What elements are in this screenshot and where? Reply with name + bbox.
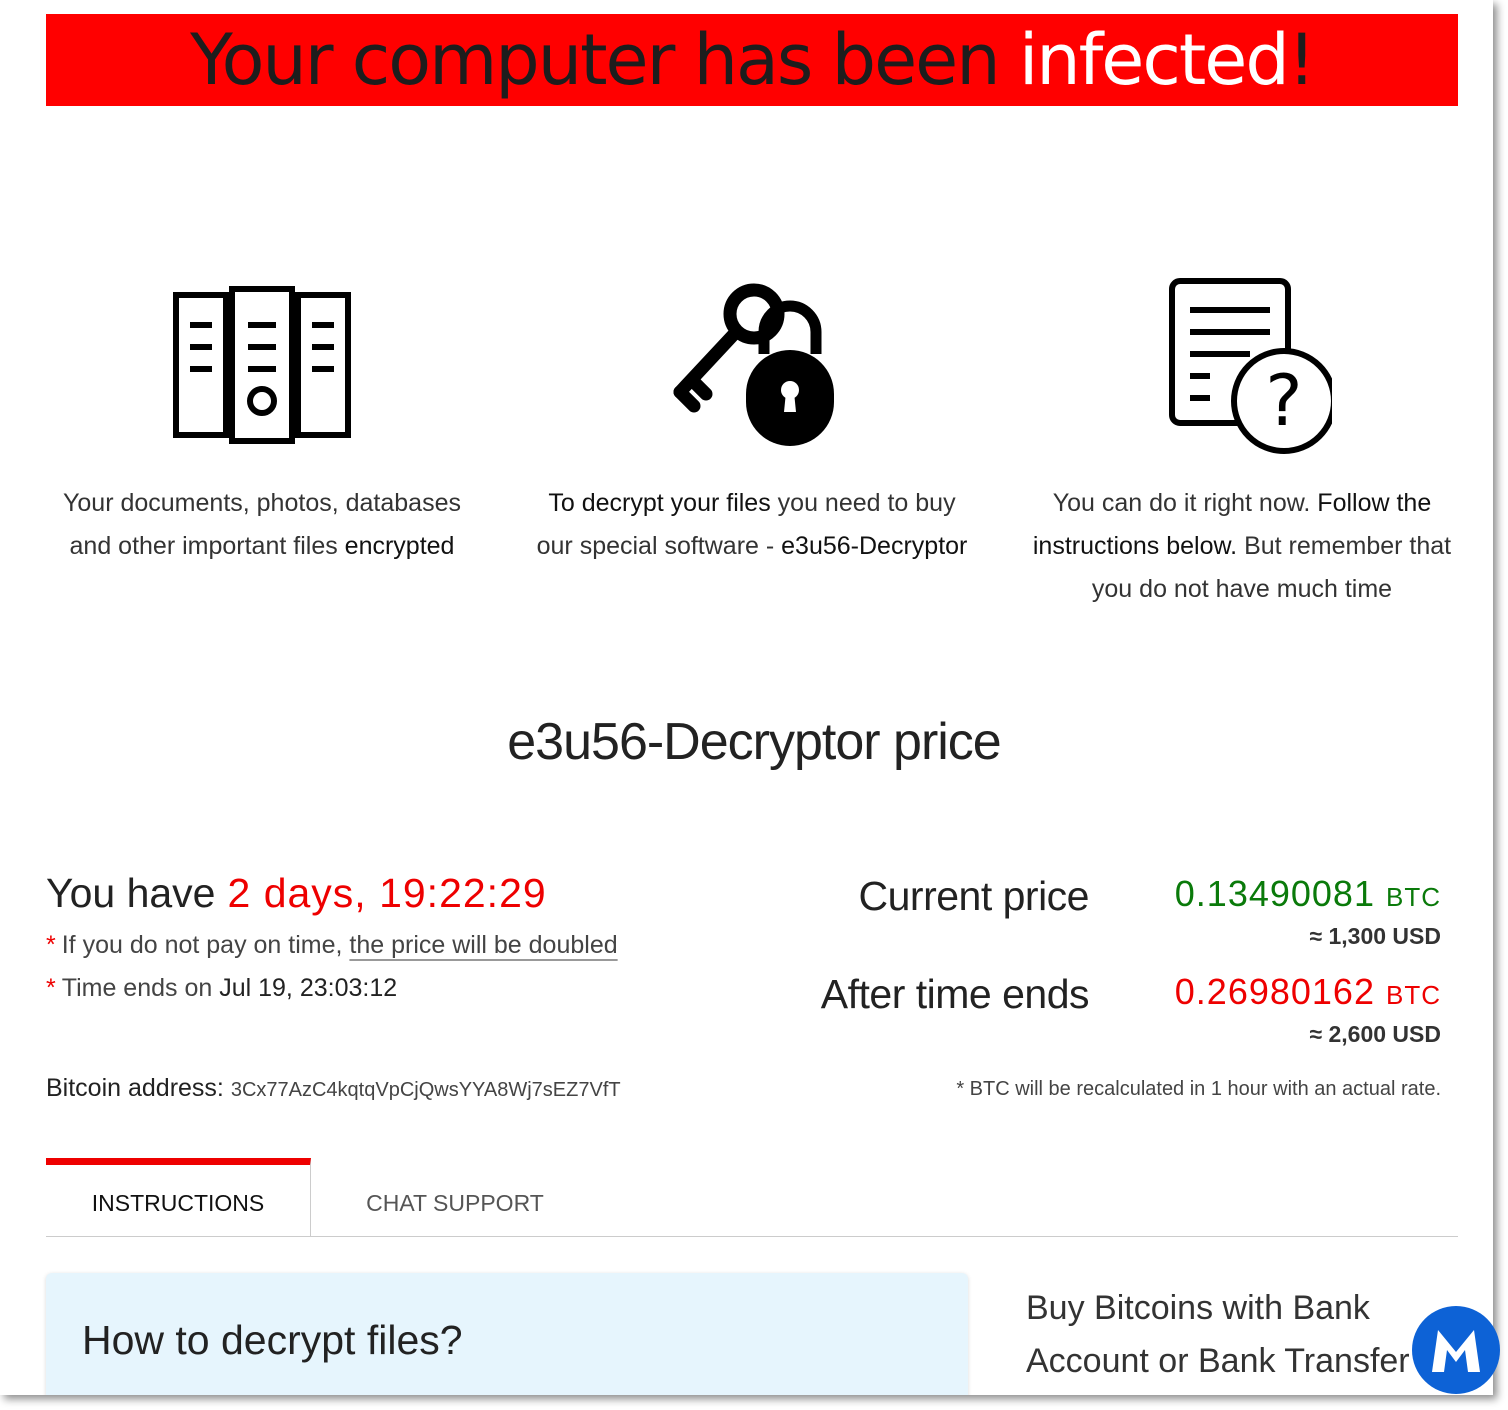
price-doubled-link[interactable]: the price will be doubled [349,931,617,959]
after-price-value: 0.26980162 BTC ≈ 2,600 USD [1089,971,1441,1048]
price-title: e3u56-Decryptor price [507,713,1001,771]
time-ends-note: * Time ends on Jul 19, 23:03:12 [46,974,618,1003]
btc-amount: 0.13490081 [1174,873,1375,914]
feature-encrypted-text: Your documents, photos, databases and ot… [42,482,482,568]
note-text: Time ends on [61,974,220,1002]
howto-panel: How to decrypt files? [46,1273,968,1395]
after-price-usd: ≈ 2,600 USD [1309,1021,1441,1047]
bitcoin-address: Bitcoin address: 3Cx77AzC4kqtqVpCjQwsYYA… [46,1074,621,1103]
tab-bar: INSTRUCTIONS CHAT SUPPORT [46,1158,1458,1237]
feature-text-bold: e3u56-Decryptor [781,532,968,560]
price-double-note: * If you do not pay on time, the price wi… [46,931,618,960]
after-price-row: After time ends 0.26980162 BTC ≈ 2,600 U… [709,971,1441,1048]
banner-highlight: infected [1018,19,1290,101]
buy-bitcoins-heading: Buy Bitcoins with Bank Account or Bank T… [1026,1282,1446,1388]
asterisk: * [46,931,56,959]
malwarebytes-logo [1408,1302,1504,1394]
bitcoin-address-value[interactable]: 3Cx77AzC4kqtqVpCjQwsYYA8Wj7sEZ7VfT [231,1079,621,1101]
countdown-label: You have [46,870,216,916]
feature-decrypt-text: To decrypt your files you need to buy ou… [532,482,972,568]
buy-line-2: Account or Bank Transfer [1026,1342,1410,1380]
banner-exclaim: ! [1287,19,1316,101]
current-price-row: Current price 0.13490081 BTC ≈ 1,300 USD [709,873,1441,950]
btc-unit: BTC [1386,882,1441,912]
countdown: You have 2 days, 19:22:29 [46,870,618,917]
btc-unit: BTC [1386,980,1441,1010]
recalc-note: * BTC will be recalculated in 1 hour wit… [956,1078,1441,1100]
countdown-block: You have 2 days, 19:22:29 * If you do not … [46,870,618,1003]
feature-text-bold: encrypted [344,532,455,560]
bitcoin-label: Bitcoin address: [46,1074,224,1102]
time-ends-date: Jul 19, 23:03:12 [219,974,398,1002]
note-text: If you do not pay on time, [61,931,350,959]
document-question-icon: ? [1022,270,1462,460]
banner-text: Your computer has been [190,19,1019,101]
feature-instructions: ? You can do it right now. Follow the in… [1022,270,1462,611]
current-price-btc: 0.13490081 BTC [1089,873,1441,915]
tab-instructions[interactable]: INSTRUCTIONS [46,1158,311,1236]
asterisk: * [46,974,56,1002]
infected-banner: Your computer has been infected! [46,14,1458,106]
feature-text-bold: To decrypt your files [548,489,771,517]
feature-instructions-text: You can do it right now. Follow the inst… [1022,482,1462,611]
current-price-label: Current price [858,873,1090,919]
feature-text-plain: You can do it right now. [1052,489,1318,517]
key-lock-icon [532,270,972,460]
svg-text:?: ? [1265,360,1302,442]
btc-amount: 0.26980162 [1174,971,1375,1012]
after-price-label: After time ends [820,971,1090,1017]
current-price-usd: ≈ 1,300 USD [1309,923,1441,949]
countdown-timer: 2 days, 19:22:29 [227,870,547,916]
file-cabinet-icon [42,270,482,460]
after-price-btc: 0.26980162 BTC [1089,971,1441,1013]
ransom-page: Your computer has been infected! Your do… [0,0,1493,1395]
howto-title: How to decrypt files? [82,1317,463,1363]
current-price-value: 0.13490081 BTC ≈ 1,300 USD [1089,873,1441,950]
buy-line-1: Buy Bitcoins with Bank [1026,1289,1370,1327]
feature-encrypted: Your documents, photos, databases and ot… [42,270,482,568]
feature-decrypt: To decrypt your files you need to buy ou… [532,270,972,568]
tab-chat-support[interactable]: CHAT SUPPORT [312,1158,598,1235]
